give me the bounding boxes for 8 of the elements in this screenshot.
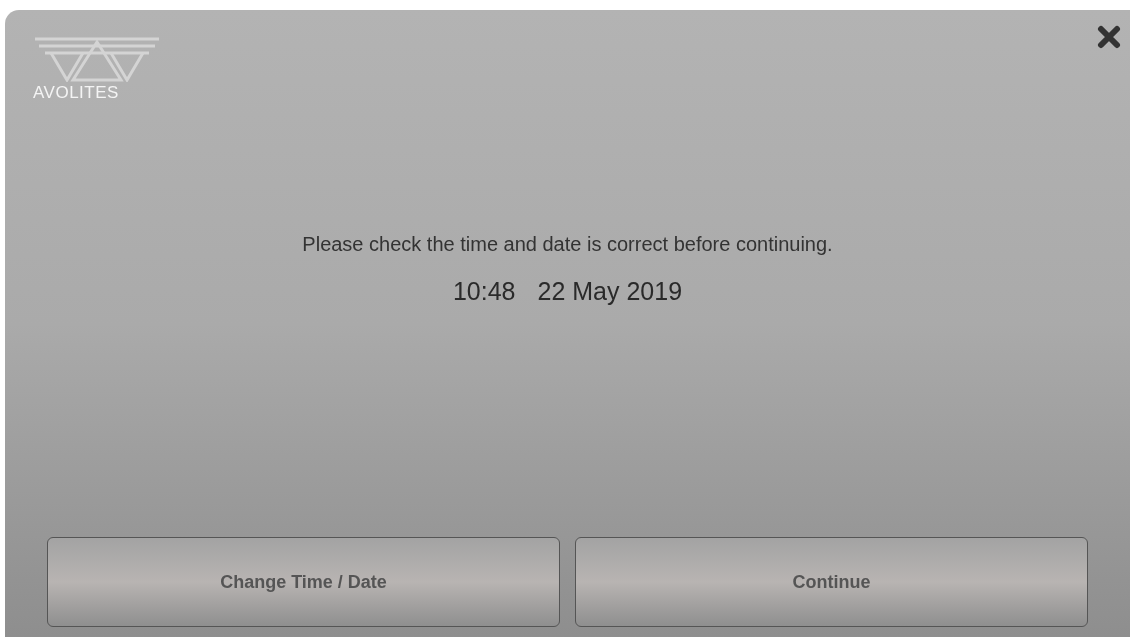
message-text: Please check the time and date is correct before continuing. xyxy=(302,232,833,257)
dialog-button[interactable]: Continue xyxy=(575,537,1088,627)
time-text: 10:48 xyxy=(452,276,516,307)
close-icon xyxy=(1097,25,1121,49)
dialog-button[interactable]: Change Time / Date xyxy=(47,537,560,627)
logo-wordmark: AVOLITES xyxy=(33,84,119,101)
logo-icon xyxy=(33,36,161,82)
date-text: 22 May 2019 xyxy=(537,276,683,307)
